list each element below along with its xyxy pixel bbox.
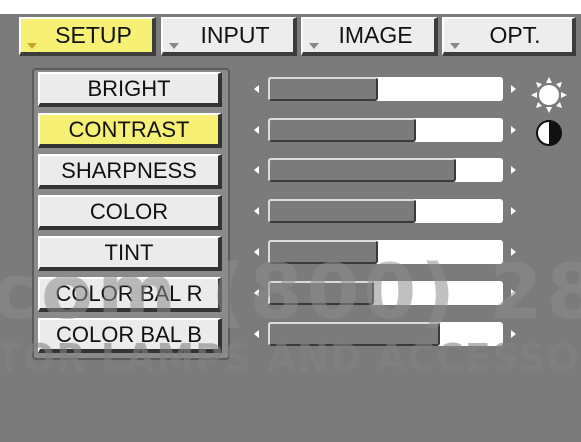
left-arrow-icon[interactable] <box>254 126 259 134</box>
tab-input[interactable]: INPUT <box>161 17 297 56</box>
bright-slider[interactable] <box>254 77 522 101</box>
slider-track <box>268 118 503 142</box>
menu-item-contrast[interactable]: CONTRAST <box>38 113 222 148</box>
chevron-down-icon <box>27 43 37 49</box>
menu-item-bright[interactable]: BRIGHT <box>38 72 222 107</box>
menu-item-color[interactable]: COLOR <box>38 195 222 230</box>
slider-fill <box>268 118 417 142</box>
tab-label: INPUT <box>200 22 270 48</box>
tab-image[interactable]: IMAGE <box>301 17 438 56</box>
sun-icon <box>531 77 567 113</box>
tab-label: OPT. <box>489 22 541 48</box>
slider-fill <box>268 158 456 182</box>
slider-track <box>268 158 503 182</box>
tab-label: SETUP <box>55 22 132 48</box>
right-arrow-icon[interactable] <box>511 126 516 134</box>
chevron-down-icon <box>450 43 460 49</box>
tab-opt[interactable]: OPT. <box>442 17 576 56</box>
right-arrow-icon[interactable] <box>511 166 516 174</box>
chevron-down-icon <box>169 43 179 49</box>
right-arrow-icon[interactable] <box>511 207 516 215</box>
color-slider[interactable] <box>254 199 522 223</box>
contrast-icon <box>536 120 562 146</box>
slider-fill <box>268 199 417 223</box>
top-border <box>0 0 581 14</box>
slider-fill <box>268 77 379 101</box>
left-arrow-icon[interactable] <box>254 85 259 93</box>
tab-setup[interactable]: SETUP <box>19 17 156 56</box>
tab-label: IMAGE <box>338 22 413 48</box>
contrast-slider[interactable] <box>254 118 522 142</box>
left-arrow-icon[interactable] <box>254 207 259 215</box>
right-arrow-icon[interactable] <box>511 85 516 93</box>
projector-osd-menu: SETUP INPUT IMAGE OPT. BRIGHT CONTRAST S… <box>0 0 581 442</box>
watermark-phone: com (800) 281-88 <box>0 247 581 336</box>
slider-track <box>268 199 503 223</box>
watermark-text: TOR LAMPS AND ACCESSORIES <box>0 336 581 380</box>
left-arrow-icon[interactable] <box>254 166 259 174</box>
chevron-down-icon <box>309 43 319 49</box>
slider-track <box>268 77 503 101</box>
menu-item-sharpness[interactable]: SHARPNESS <box>38 154 222 189</box>
sharpness-slider[interactable] <box>254 158 522 182</box>
